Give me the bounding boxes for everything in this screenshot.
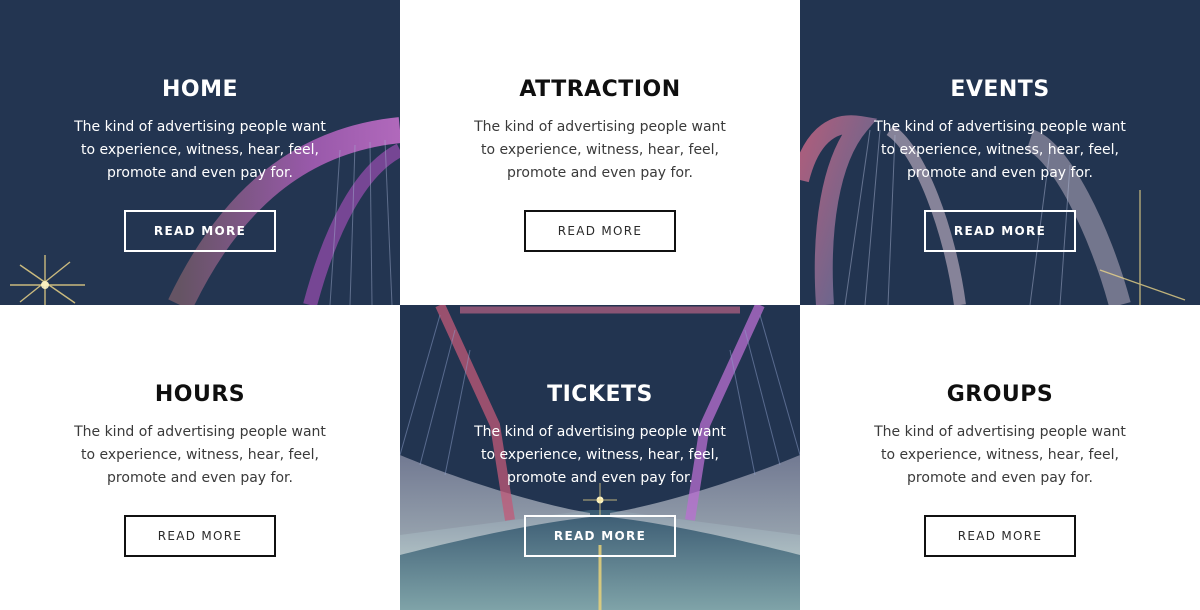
read-more-button[interactable]: READ MORE xyxy=(124,515,276,557)
tile-content: HOURS The kind of advertising people wan… xyxy=(0,305,400,557)
tile-content: ATTRACTION The kind of advertising peopl… xyxy=(400,0,800,252)
tile-description: The kind of advertising people want to e… xyxy=(874,424,1126,486)
tile-title: HOME xyxy=(161,77,239,102)
tile-content: HOME The kind of advertising people want… xyxy=(0,0,400,252)
tile-description: The kind of advertising people want to e… xyxy=(874,119,1126,181)
tile-content: GROUPS The kind of advertising people wa… xyxy=(800,305,1200,557)
tile-events: EVENTS The kind of advertising people wa… xyxy=(800,0,1200,305)
tile-title: TICKETS xyxy=(547,382,653,407)
tile-home: HOME The kind of advertising people want… xyxy=(0,0,400,305)
tile-title: GROUPS xyxy=(946,382,1054,407)
tile-description: The kind of advertising people want to e… xyxy=(474,119,726,181)
feature-tile-grid: HOME The kind of advertising people want… xyxy=(0,0,1200,610)
tile-title: HOURS xyxy=(154,382,246,407)
tile-description: The kind of advertising people want to e… xyxy=(74,119,326,181)
read-more-button[interactable]: READ MORE xyxy=(524,210,676,252)
tile-description: The kind of advertising people want to e… xyxy=(474,424,726,486)
read-more-button[interactable]: READ MORE xyxy=(124,210,276,252)
read-more-button[interactable]: READ MORE xyxy=(924,210,1076,252)
tile-content: EVENTS The kind of advertising people wa… xyxy=(800,0,1200,252)
tile-description: The kind of advertising people want to e… xyxy=(74,424,326,486)
tile-title: ATTRACTION xyxy=(519,77,681,102)
tile-hours: HOURS The kind of advertising people wan… xyxy=(0,305,400,610)
read-more-button[interactable]: READ MORE xyxy=(524,515,676,557)
tile-tickets: TICKETS The kind of advertising people w… xyxy=(400,305,800,610)
tile-attraction: ATTRACTION The kind of advertising peopl… xyxy=(400,0,800,305)
tile-title: EVENTS xyxy=(950,77,1050,102)
tile-content: TICKETS The kind of advertising people w… xyxy=(400,305,800,557)
tile-groups: GROUPS The kind of advertising people wa… xyxy=(800,305,1200,610)
read-more-button[interactable]: READ MORE xyxy=(924,515,1076,557)
